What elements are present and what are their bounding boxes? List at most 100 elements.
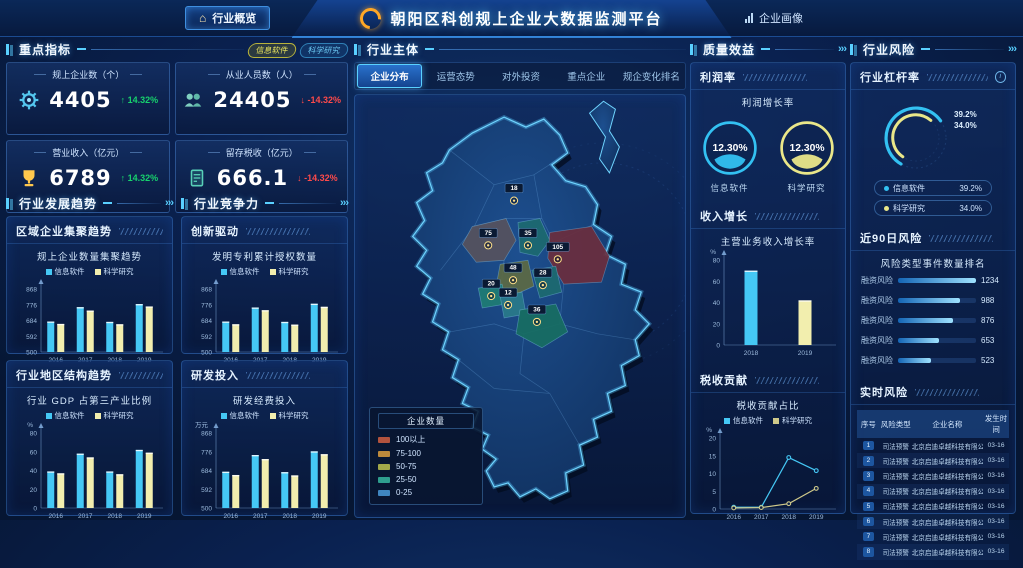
legend-value: 34.0% — [959, 204, 982, 213]
svg-label: % — [706, 427, 712, 434]
svg-label: 34.0% — [954, 121, 977, 130]
hatch-decoration — [246, 372, 310, 379]
risk-bar-label: 融资风险 — [861, 355, 893, 366]
block-subheader: 实时风险 — [851, 378, 1015, 405]
kpi-card-title: 规上企业数（个） — [13, 68, 163, 81]
more-arrows-icon[interactable]: ››› — [1008, 43, 1016, 55]
risk-bar-fill — [898, 358, 931, 363]
nav-tab-overview-label: 行业概览 — [212, 10, 256, 26]
table-cell: 2 — [857, 453, 880, 468]
section-title: 行业主体 — [367, 41, 419, 58]
competitiveness-header: 行业竞争力 ››› — [181, 194, 348, 212]
key-indicators-section: 重点指标 信息软件科学研究 规上企业数（个）4405↑ 14.32%从业人员数（… — [6, 40, 348, 213]
table-cell: 7 — [857, 529, 880, 544]
risk-bar-track — [898, 278, 976, 283]
card-subheader: 区域企业集聚趋势 — [7, 217, 172, 244]
table-row: 2司法预警北京启迪卓越科技有限公司03-16 — [857, 453, 1009, 468]
table-header-3: 发生时间 — [983, 410, 1009, 438]
risk-bar-row: 融资风险653 — [851, 330, 1015, 350]
tab-2[interactable]: 对外投资 — [489, 64, 552, 88]
risk90-block: 近90日风险 风险类型事件数量排名 融资风险1234融资风险988融资风险876… — [851, 224, 1015, 378]
legend-label: 75-100 — [396, 449, 421, 458]
svg-label: 80 — [29, 431, 37, 438]
rnd-spend-chart: 信息软件科学研究万元500592684776868201620172018201… — [182, 407, 347, 521]
tab-3[interactable]: 重点企业 — [555, 64, 618, 88]
header-line — [91, 49, 244, 50]
c2-svg: 5005926847768682016201720182019 — [190, 277, 340, 365]
svg-label: 592 — [26, 334, 37, 341]
svg-label: 2018 — [282, 513, 297, 520]
map-legend-items: 100以上75-10050-7525-500-25 — [378, 434, 474, 497]
block-subtitle: 行业杠杆率 — [860, 69, 920, 85]
risk-bar-label: 融资风险 — [861, 315, 893, 326]
tab-0[interactable]: 企业分布 — [357, 64, 422, 88]
legend-item: 信息软件 — [221, 410, 260, 421]
svg-label: 868 — [201, 287, 212, 294]
table-head: 序号风险类型企业名称发生时间 — [857, 410, 1009, 438]
svg-label: 2019 — [312, 513, 327, 520]
chart-legend: 信息软件科学研究 — [46, 266, 134, 277]
nav-tab-enterprise-profile[interactable]: 企业画像 — [745, 10, 803, 26]
risk-bar-fill — [898, 318, 953, 323]
app-logo-icon — [356, 3, 386, 33]
legend-swatch — [378, 477, 390, 483]
legend-name: 科学研究 — [104, 410, 134, 421]
innovation-card: 创新驱动 发明专利累计授权数量 信息软件科学研究5005926847768682… — [181, 216, 348, 354]
category-tag-cyan[interactable]: 科学研究 — [298, 43, 349, 58]
card-subheader: 创新驱动 — [182, 217, 347, 244]
svg-label: 20 — [709, 436, 717, 443]
nav-tab-industry-overview[interactable]: ⌂ 行业概览 — [185, 6, 270, 30]
section-marker-icon — [6, 44, 9, 55]
table-cell: 司法预警 — [880, 529, 912, 544]
gauge-label: 信息软件 — [710, 182, 748, 194]
more-arrows-icon[interactable]: ››› — [165, 197, 173, 209]
table-cell: 北京启迪卓越科技有限公司 — [912, 514, 983, 529]
legend-item: 科学研究 — [95, 410, 134, 421]
info-icon[interactable]: i — [995, 71, 1006, 83]
leverage-gauge: 39.2%34.0% — [851, 90, 1015, 176]
chart-legend: 信息软件科学研究 — [221, 266, 309, 277]
map-exclave — [590, 101, 620, 173]
legend-label: 0-25 — [396, 488, 412, 497]
table-cell: 北京启迪卓越科技有限公司 — [912, 499, 983, 514]
svg-label: 776 — [201, 449, 212, 456]
table-cell: 北京启迪卓越科技有限公司 — [912, 453, 983, 468]
legend-swatch — [46, 413, 52, 419]
title-dash — [103, 202, 112, 204]
legend-swatch — [95, 413, 101, 419]
row-index-badge: 7 — [863, 532, 874, 542]
more-arrows-icon[interactable]: ››› — [838, 43, 846, 55]
svg-label: 2018 — [744, 350, 759, 357]
tab-4[interactable]: 规企变化排名 — [620, 64, 683, 88]
svg-label: 0 — [712, 507, 716, 514]
title-dash — [265, 202, 274, 204]
svg-label: 684 — [201, 318, 212, 325]
svg-label: 5 — [712, 489, 716, 496]
rnd-card: 研发投入 研发经费投入 信息软件科学研究万元500592684776868201… — [181, 360, 348, 516]
legend-item: 科学研究 — [270, 410, 309, 421]
chart-title: 发明专利累计授权数量 — [182, 249, 347, 263]
more-arrows-icon[interactable]: ››› — [340, 197, 348, 209]
tab-1[interactable]: 运营态势 — [424, 64, 487, 88]
category-tag-yellow[interactable]: 信息软件 — [246, 43, 297, 58]
svg-label: 592 — [201, 487, 212, 494]
table-cell: 司法预警 — [880, 499, 912, 514]
legend-swatch — [221, 413, 227, 419]
map-legend-title: 企业数量 — [378, 413, 474, 429]
kpi-grid: 规上企业数（个）4405↑ 14.32%从业人员数（人）24405↓ -14.3… — [6, 62, 348, 213]
svg-label: 48 — [509, 265, 517, 272]
risk-bar-label: 融资风险 — [861, 335, 893, 346]
trophy-icon — [18, 167, 40, 189]
legend-item: 信息软件 — [724, 415, 763, 426]
leverage-block: 行业杠杆率 i 39.2%34.0% 信息软件39.2%科学研究34.0% — [851, 63, 1015, 224]
svg-label: 2018 — [107, 513, 122, 520]
profit-gauge: 12.30%信息软件 — [701, 119, 759, 194]
tax-icon — [186, 167, 208, 189]
table-cell: 司法预警 — [880, 468, 912, 483]
legend-name: 科学研究 — [279, 410, 309, 421]
legend-value: 39.2% — [959, 184, 982, 193]
risk-bar-row: 融资风险876 — [851, 310, 1015, 330]
risk-header: 行业风险 ››› — [850, 40, 1016, 58]
kpi-card-title: 营业收入（亿元） — [13, 146, 163, 159]
trophy-icon — [18, 167, 40, 189]
